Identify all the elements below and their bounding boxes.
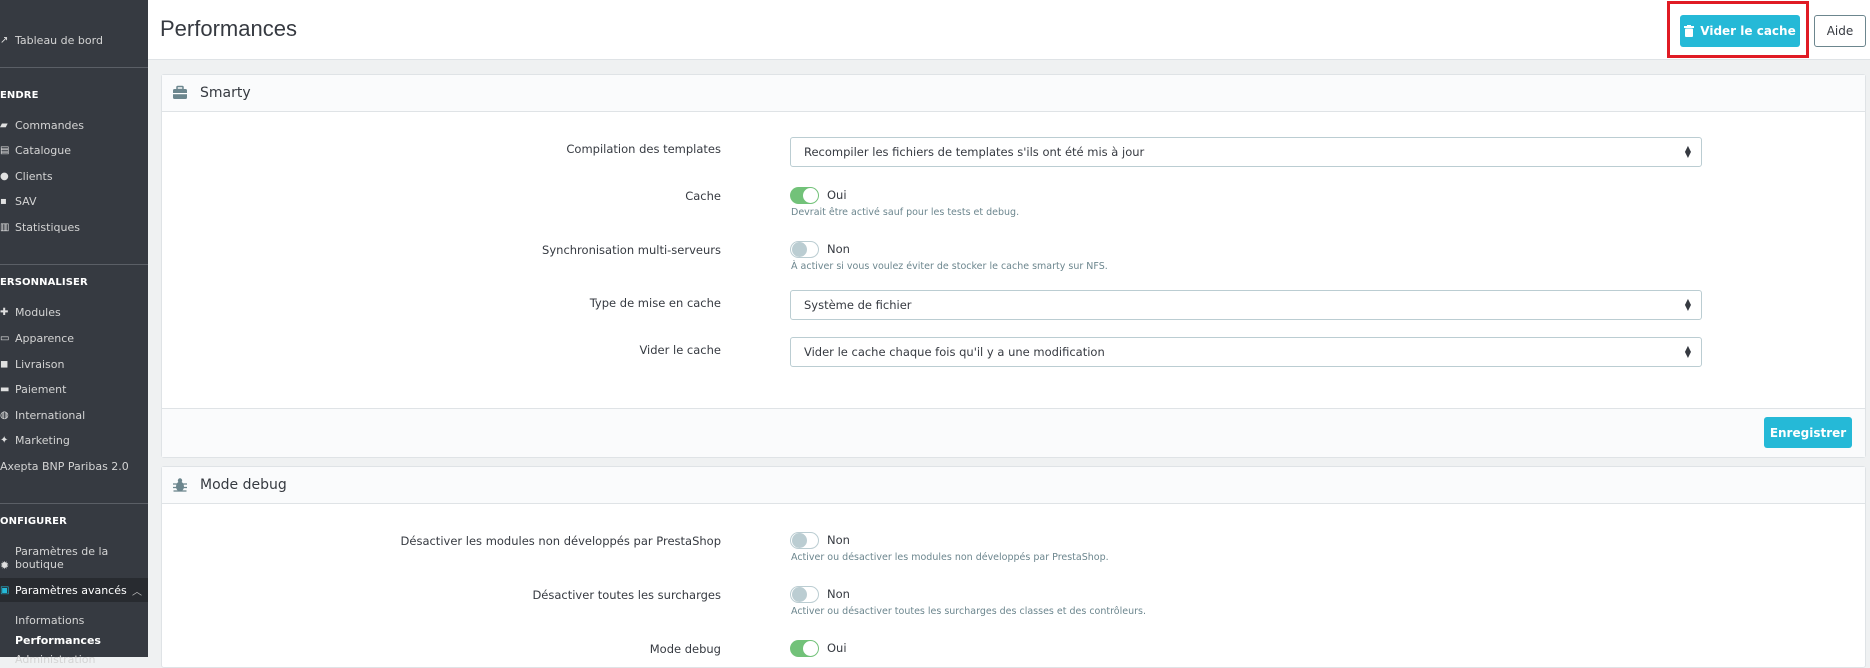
sidebar-item-catalog[interactable]: ▤ Catalogue	[0, 139, 148, 161]
clear-cache-mode-select[interactable]: Vider le cache chaque fois qu'il y a une…	[790, 337, 1702, 367]
clear-cache-mode-select-value: Vider le cache chaque fois qu'il y a une…	[804, 345, 1105, 359]
chevron-up-icon: ︿	[132, 586, 142, 598]
sidebar-item-advanced-params[interactable]: ▣ Paramètres avancés ︿	[0, 579, 148, 601]
megaphone-icon: ✦	[0, 434, 9, 446]
disable-modules-label: Désactiver les modules non développés pa…	[400, 534, 721, 548]
multi-server-help: À activer si vous voulez éviter de stock…	[791, 261, 1108, 272]
sidebar-item-shop-params[interactable]: ✹ Paramètres de la boutique	[0, 545, 148, 572]
sidebar-divider	[0, 67, 148, 68]
multi-server-label: Synchronisation multi-serveurs	[542, 243, 721, 257]
sidebar-item-marketing[interactable]: ✦ Marketing	[0, 429, 148, 451]
cart-icon: ▰	[0, 119, 8, 131]
compile-select[interactable]: Recompiler les fichiers de templates s'i…	[790, 137, 1702, 167]
toggle-knob	[792, 242, 807, 257]
sidebar-item-appearance[interactable]: ▭ Apparence	[0, 327, 148, 349]
sidebar-item-modules[interactable]: ✚ Modules	[0, 301, 148, 323]
disable-overrides-label: Désactiver toutes les surcharges	[532, 588, 721, 602]
disable-modules-toggle-state: Non	[827, 533, 850, 547]
sidebar-subitem-administration[interactable]: Administration	[15, 653, 96, 666]
debug-panel: Mode debug Désactiver les modules non dé…	[161, 466, 1866, 668]
select-caret-icon: ▲ ▼	[1684, 144, 1691, 159]
debug-mode-toggle-state: Oui	[827, 641, 847, 655]
card-icon: ▬	[0, 383, 10, 395]
page-header: Performances	[148, 0, 1870, 60]
disable-overrides-toggle[interactable]	[790, 586, 819, 603]
toggle-knob	[792, 587, 807, 602]
disable-modules-toggle[interactable]	[790, 532, 819, 549]
cache-type-label: Type de mise en cache	[589, 296, 721, 310]
debug-mode-label: Mode debug	[649, 642, 721, 656]
sidebar-section-sell: ENDRE	[0, 90, 39, 101]
disable-overrides-help: Activer ou désactiver toutes les surchar…	[791, 606, 1147, 617]
debug-panel-title: Mode debug	[200, 477, 287, 493]
sidebar-item-customers[interactable]: ● Clients	[0, 165, 148, 187]
globe-icon: ◍	[0, 409, 9, 421]
sidebar: ↗ Tableau de bord ENDRE ▰ Commandes ▤ Ca…	[0, 0, 148, 666]
disable-modules-help: Activer ou désactiver les modules non dé…	[791, 552, 1109, 563]
user-icon: ●	[0, 170, 9, 182]
help-button[interactable]: Aide	[1814, 15, 1866, 47]
sidebar-item-stats[interactable]: ▥ Statistiques	[0, 216, 148, 238]
multi-server-toggle-state: Non	[827, 242, 850, 256]
cache-label: Cache	[685, 189, 721, 203]
settings-icon: ▣	[0, 584, 10, 596]
briefcase-icon	[173, 85, 187, 99]
sidebar-item-dashboard[interactable]: ↗ Tableau de bord	[0, 29, 148, 51]
sidebar-section-configure: ONFIGURER	[0, 516, 67, 527]
sidebar-item-orders[interactable]: ▰ Commandes	[0, 114, 148, 136]
smarty-panel-footer	[162, 408, 1865, 457]
cache-toggle-state: Oui	[827, 188, 847, 202]
page-title: Performances	[160, 16, 297, 41]
compile-label: Compilation des templates	[566, 142, 721, 156]
smarty-panel-title: Smarty	[200, 85, 251, 101]
store-icon: ▤	[0, 144, 10, 156]
puzzle-icon: ✚	[0, 306, 9, 318]
sidebar-item-axepta[interactable]: Axepta BNP Paribas 2.0	[0, 455, 148, 477]
disable-overrides-toggle-state: Non	[827, 587, 850, 601]
gear-icon: ✹	[0, 559, 10, 572]
bug-icon	[173, 478, 187, 492]
select-caret-icon: ▲ ▼	[1684, 297, 1691, 312]
monitor-icon: ▭	[0, 332, 10, 344]
sidebar-item-shipping[interactable]: ◼ Livraison	[0, 353, 148, 375]
trend-icon: ↗	[0, 34, 9, 46]
sidebar-item-payment[interactable]: ▬ Paiement	[0, 378, 148, 400]
smarty-panel-header: Smarty	[162, 75, 1865, 112]
sidebar-divider	[0, 264, 148, 265]
toggle-knob	[803, 188, 818, 203]
toggle-knob	[792, 533, 807, 548]
sidebar-section-customize: ERSONNALISER	[0, 277, 88, 288]
cache-type-select-value: Système de fichier	[804, 298, 912, 312]
multi-server-toggle[interactable]	[790, 241, 819, 258]
debug-panel-header: Mode debug	[162, 467, 1865, 504]
bar-chart-icon: ▥	[0, 221, 10, 233]
chat-icon: ▪	[0, 195, 7, 207]
debug-mode-toggle[interactable]	[790, 640, 819, 657]
compile-select-value: Recompiler les fichiers de templates s'i…	[804, 145, 1145, 159]
clear-cache-mode-label: Vider le cache	[639, 343, 721, 357]
cache-toggle[interactable]	[790, 187, 819, 204]
cache-help: Devrait être activé sauf pour les tests …	[791, 207, 1020, 218]
toggle-knob	[803, 641, 818, 656]
sidebar-divider	[0, 503, 148, 504]
save-button[interactable]: Enregistrer	[1764, 417, 1852, 448]
sidebar-item-international[interactable]: ◍ International	[0, 404, 148, 426]
sidebar-subitem-performances[interactable]: Performances	[15, 634, 101, 647]
select-caret-icon: ▲ ▼	[1684, 344, 1691, 359]
smarty-panel: Smarty Compilation des templates Recompi…	[161, 74, 1866, 458]
cache-type-select[interactable]: Système de fichier ▲ ▼	[790, 290, 1702, 320]
truck-icon: ◼	[0, 358, 9, 370]
sidebar-subitem-informations[interactable]: Informations	[15, 614, 84, 627]
annotation-highlight-box	[1667, 1, 1809, 58]
sidebar-item-support[interactable]: ▪ SAV	[0, 190, 148, 212]
